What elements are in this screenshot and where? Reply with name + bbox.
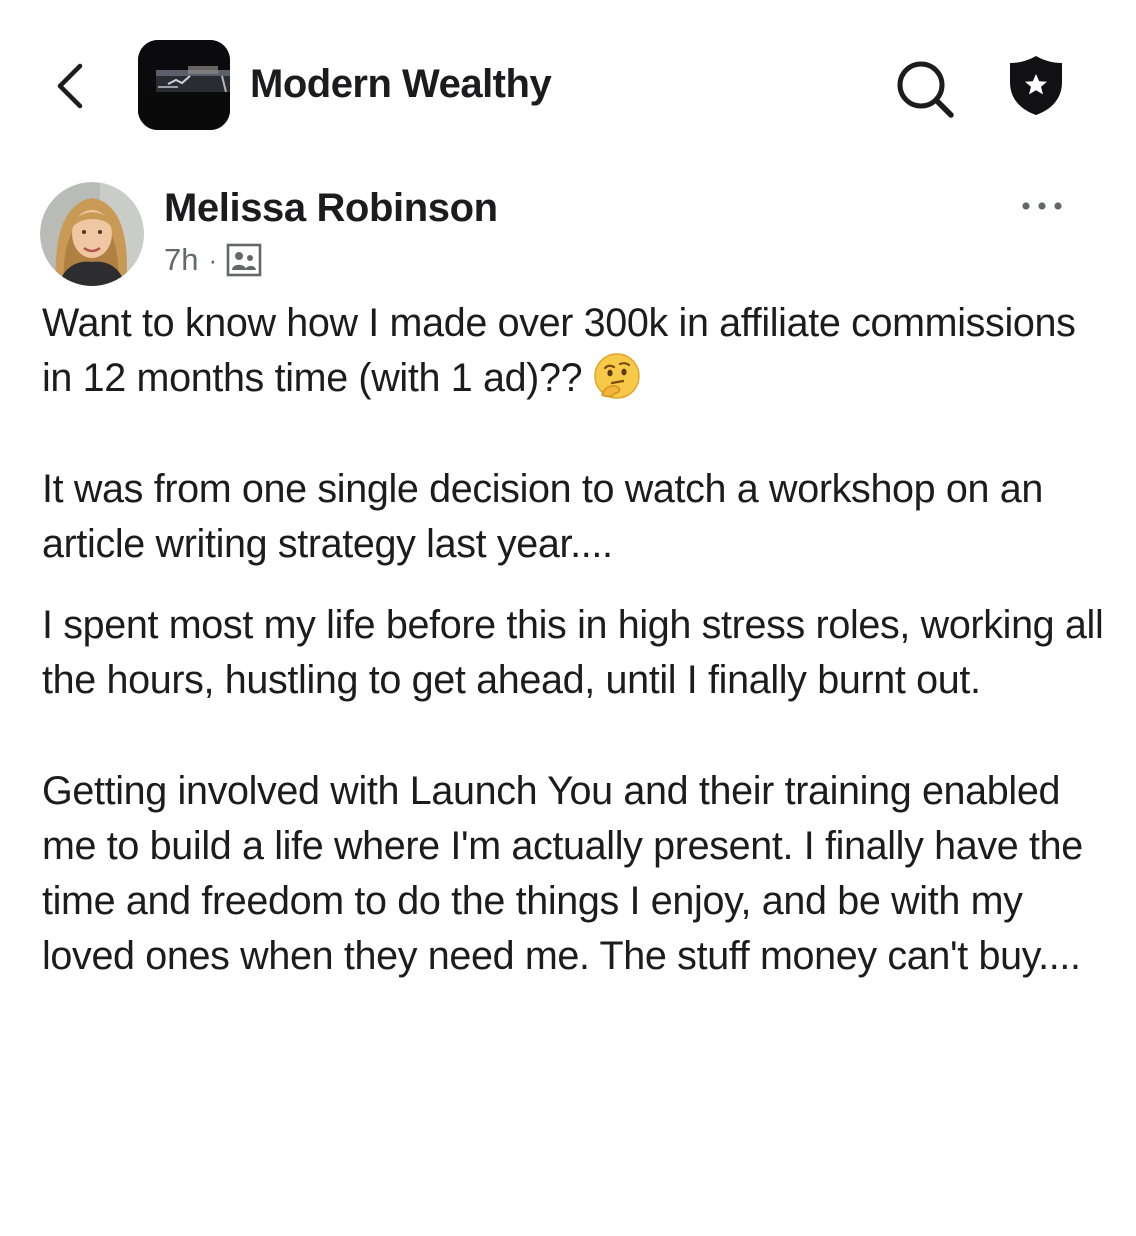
post-timestamp[interactable]: 7h	[164, 242, 198, 278]
back-button[interactable]	[48, 58, 92, 114]
post-paragraph: I spent most my life before this in high…	[42, 603, 1104, 702]
admin-tools-button[interactable]	[1006, 52, 1066, 118]
chevron-left-icon	[57, 63, 83, 109]
post-body: Want to know how I made over 300k in aff…	[42, 296, 1112, 984]
profile-photo	[40, 182, 144, 286]
post-meta: 7h ·	[164, 238, 263, 282]
post-paragraph-text: Want to know how I made over 300k in aff…	[42, 301, 1076, 400]
group-avatar[interactable]	[138, 40, 230, 130]
group-members-icon	[226, 243, 262, 277]
meta-separator: ·	[208, 244, 218, 275]
search-icon	[897, 61, 954, 118]
thinking-face-emoji	[594, 353, 640, 399]
post-options-button[interactable]	[1014, 188, 1070, 224]
post-paragraph: Getting involved with Launch You and the…	[42, 769, 1083, 978]
author-name[interactable]: Melissa Robinson	[164, 182, 498, 234]
group-name[interactable]: Modern Wealthy	[250, 58, 552, 110]
author-avatar[interactable]	[40, 182, 144, 286]
more-horizontal-icon	[1022, 202, 1062, 210]
group-header: Modern Wealthy	[0, 0, 1136, 170]
shield-star-icon	[1010, 56, 1062, 115]
group-cover-image	[138, 40, 230, 130]
post-paragraph: Want to know how I made over 300k in aff…	[42, 296, 1112, 406]
post-paragraph: It was from one single decision to watch…	[42, 467, 1044, 566]
search-button[interactable]	[892, 56, 958, 122]
